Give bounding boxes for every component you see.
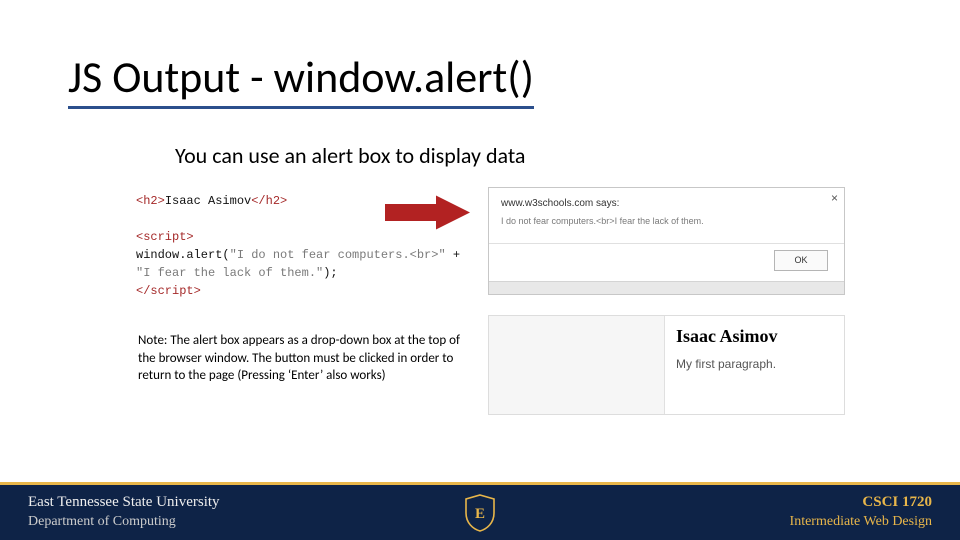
shield-logo-icon: E: [463, 493, 497, 533]
slide-footer: East Tennessee State University Departme…: [0, 482, 960, 540]
code-text: Isaac Asimov: [165, 194, 251, 208]
university-name: East Tennessee State University: [28, 493, 220, 513]
ok-button[interactable]: OK: [774, 250, 828, 271]
output-preview: Isaac Asimov My first paragraph.: [488, 315, 845, 415]
alert-origin: www.w3schools.com says:: [501, 198, 619, 209]
course-code: CSCI 1720: [790, 493, 932, 513]
output-paragraph: My first paragraph.: [676, 357, 832, 371]
course-name: Intermediate Web Design: [790, 513, 932, 531]
arrow-icon: [385, 195, 470, 230]
note-text: Note: The alert box appears as a drop-do…: [138, 332, 473, 385]
code-fn: window.alert(: [136, 248, 230, 262]
svg-text:E: E: [475, 506, 485, 522]
code-op: +: [446, 248, 460, 262]
code-tag: </script>: [136, 284, 201, 298]
code-tag: <script>: [136, 230, 194, 244]
slide-subtitle: You can use an alert box to display data: [175, 142, 525, 169]
department-name: Department of Computing: [28, 513, 220, 531]
output-left-pane: [489, 316, 665, 414]
code-string: "I do not fear computers.<br>": [230, 248, 446, 262]
alert-footer-bar: [489, 281, 844, 294]
output-right-pane: Isaac Asimov My first paragraph.: [664, 316, 844, 414]
footer-left: East Tennessee State University Departme…: [28, 493, 220, 531]
code-tag: </h2>: [251, 194, 287, 208]
code-tag: <h2>: [136, 194, 165, 208]
divider: [489, 243, 844, 244]
alert-dialog: × www.w3schools.com says: I do not fear …: [488, 187, 845, 295]
code-op: );: [323, 266, 337, 280]
alert-message: I do not fear computers.<br>I fear the l…: [501, 216, 704, 226]
close-icon[interactable]: ×: [831, 191, 838, 205]
output-heading: Isaac Asimov: [676, 326, 832, 347]
code-string: "I fear the lack of them.": [136, 266, 323, 280]
footer-right: CSCI 1720 Intermediate Web Design: [790, 493, 932, 531]
slide-title: JS Output - window.alert(): [68, 50, 534, 109]
